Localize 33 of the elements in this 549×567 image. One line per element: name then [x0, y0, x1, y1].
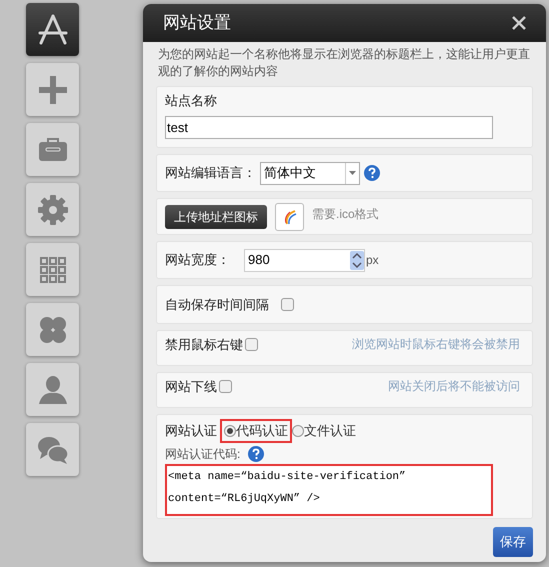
- width-field[interactable]: 980: [244, 248, 365, 272]
- verification-label: 网站认证: [165, 422, 217, 440]
- checkbox[interactable]: [245, 338, 258, 352]
- gear-icon: [36, 192, 70, 226]
- offline-note: 网站关闭后将不能被访问: [388, 378, 521, 395]
- offline-label: 网站下线: [165, 378, 217, 396]
- right-click-label: 禁用鼠标右键: [165, 336, 243, 354]
- sidebar-button[interactable]: [26, 3, 79, 56]
- checkbox[interactable]: [281, 298, 294, 311]
- checkbox[interactable]: [219, 380, 232, 394]
- autosave-label: 自动保存时间间隔: [165, 296, 269, 314]
- caret-icon: [349, 171, 356, 175]
- dialog-title: 网站设置: [163, 12, 231, 34]
- help-icon[interactable]: [248, 446, 264, 462]
- close-icon[interactable]: [512, 16, 526, 30]
- site-name-field[interactable]: test: [165, 116, 493, 138]
- width-unit: px: [366, 252, 379, 269]
- upload-favicon-button[interactable]: 上传地址栏图标: [165, 204, 267, 228]
- verification-radio[interactable]: 文件认证: [292, 421, 356, 440]
- favicon-hint: 需要.ico格式: [312, 206, 379, 223]
- description: 为您的网站起一个名称他将显示在浏览器的标题栏上，这能让用户更直观的了解你的网站内容: [157, 46, 531, 80]
- spinner-icon[interactable]: [350, 250, 364, 270]
- verification-code-field[interactable]: <meta name=“baidu-site-verification” content=“RL6jUqXyWN” />: [165, 464, 493, 516]
- app-store-icon: [36, 12, 70, 46]
- language-select[interactable]: 简体中文: [260, 162, 360, 184]
- right-click-note: 浏览网站时鼠标右键将会被禁用: [352, 336, 521, 353]
- width-label: 网站宽度：: [165, 251, 230, 270]
- verification-radio[interactable]: 代码认证: [220, 419, 292, 442]
- save-button[interactable]: 保存: [493, 527, 533, 557]
- site-name-label: 站点名称: [165, 92, 218, 110]
- help-icon[interactable]: [364, 165, 380, 181]
- language-label: 网站编辑语言：: [165, 164, 256, 182]
- verification-code-label: 网站认证代码:: [165, 446, 240, 462]
